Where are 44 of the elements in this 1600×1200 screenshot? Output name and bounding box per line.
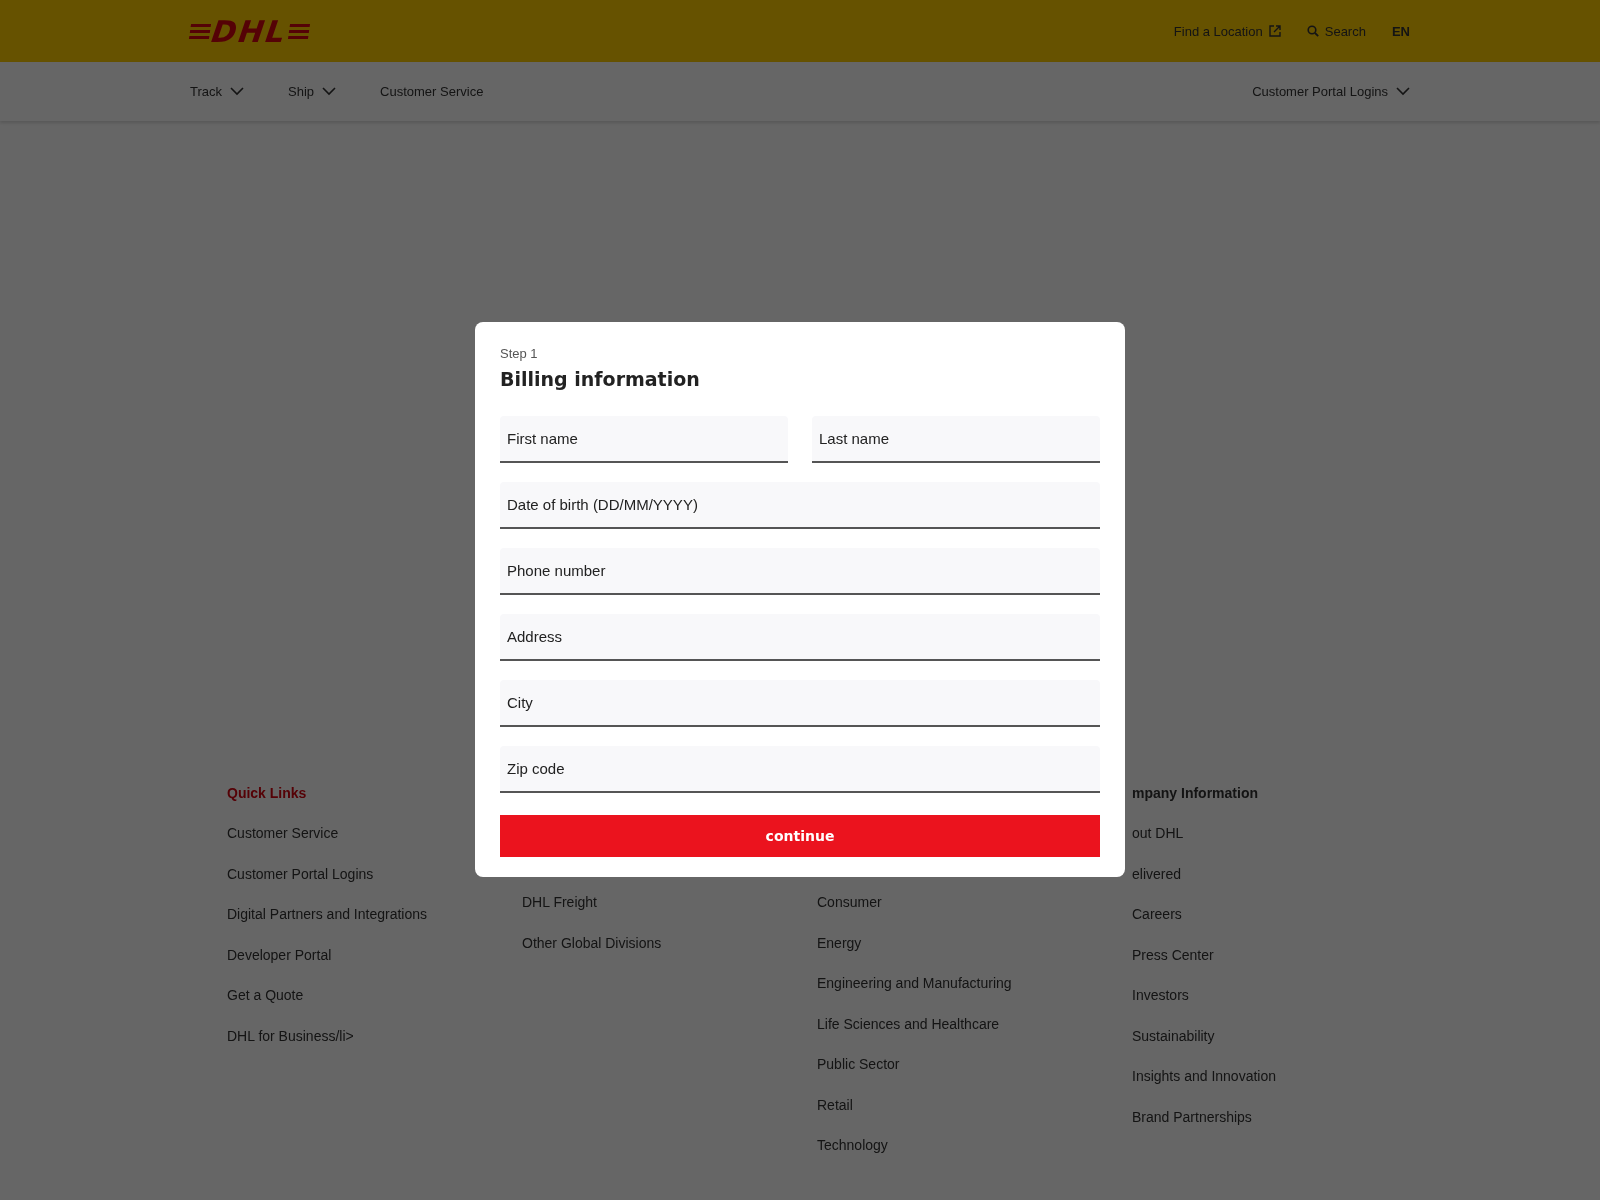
footer-link[interactable]: Press Center [1132,946,1214,987]
footer-link[interactable]: Retail [817,1096,853,1137]
footer-link[interactable]: DHL Freight [522,894,597,935]
input-field[interactable]: Date of birth (DD/MM/YYYY) [500,482,1100,529]
footer-link[interactable]: Customer Portal Logins [227,865,374,906]
footer-link[interactable]: Technology [817,1137,888,1178]
footer-link[interactable]: Life Sciences and Healthcare [817,1015,1000,1056]
input-field[interactable]: Phone number [500,548,1100,595]
footer-link[interactable]: Sustainability [1132,1027,1215,1068]
input-field[interactable]: Last name [812,416,1100,463]
dialog-title: Billing information [500,368,701,390]
nav-menu-item[interactable]: Ship [288,84,337,99]
input-field[interactable]: Address [500,614,1100,661]
nav-menu-item[interactable]: Customer Portal Logins [1252,84,1410,99]
footer-link[interactable]: Insights and Innovation [1132,1068,1276,1109]
nav-menu-item[interactable]: Customer Service [380,84,484,99]
header-link[interactable]: Search [1306,23,1366,39]
external-link-icon [1268,25,1281,37]
footer-link[interactable]: Consumer [817,894,882,935]
language-selector[interactable]: EN [1391,23,1410,39]
footer-link[interactable]: Investors [1132,987,1189,1028]
footer-link[interactable]: Brand Partnerships [1132,1108,1252,1149]
input-field[interactable]: Zip code [500,746,1100,793]
header-link[interactable]: Find a Location [1173,23,1281,39]
footer-link[interactable]: Public Sector [817,1056,900,1097]
footer-link[interactable]: Energy [817,934,862,975]
nav-menu-item[interactable]: Track [190,84,245,99]
footer-link[interactable]: Careers [1132,906,1182,947]
footer-heading: mpany Information [1132,785,1259,803]
input-field[interactable]: First name [500,416,788,463]
input-field[interactable]: City [500,680,1100,727]
footer-link[interactable]: Engineering and Manufacturing [817,975,1012,1016]
continue-button[interactable]: continue [500,815,1100,857]
footer-link[interactable]: Developer Portal [227,946,332,987]
footer-heading: Quick Links [227,785,308,803]
footer-link[interactable]: elivered [1132,865,1182,906]
step-label: Step 1 [500,346,539,363]
footer-link[interactable]: Digital Partners and Integrations [227,906,427,947]
footer-link[interactable]: out DHL [1132,825,1184,866]
footer-link[interactable]: DHL for Business/li> [227,1027,354,1068]
footer-link[interactable]: Other Global Divisions [522,934,662,975]
footer-link[interactable]: Get a Quote [227,987,304,1028]
search-icon [1306,25,1319,37]
footer-link[interactable]: Customer Service [227,825,339,866]
